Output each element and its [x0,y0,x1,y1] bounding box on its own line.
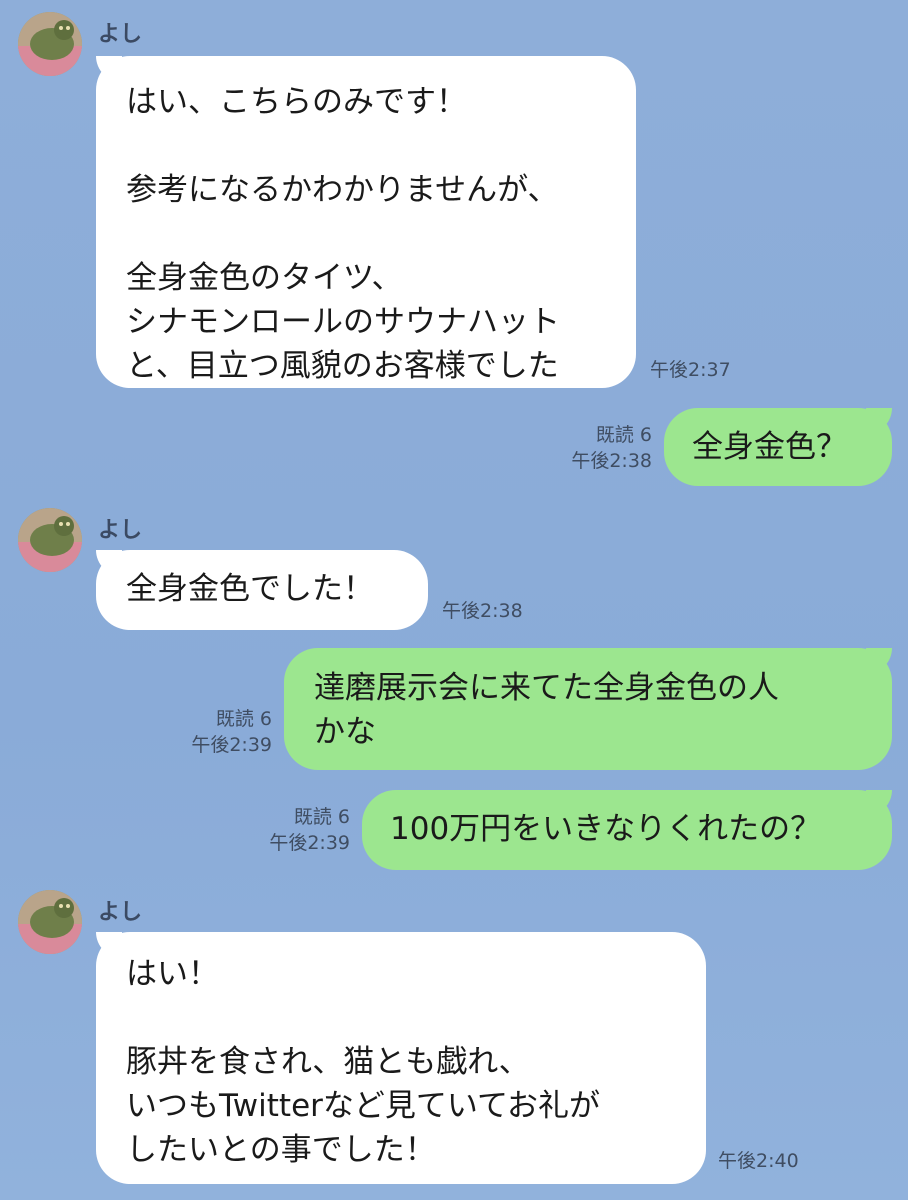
message-time: 午後2:37 [650,359,731,381]
message-time: 午後2:39 [191,734,272,756]
sender-name: よし [98,518,143,543]
sender-name: よし [98,22,143,47]
message-bubble[interactable]: 100万円をいきなりくれたの？ [362,790,892,870]
avatar[interactable] [18,508,82,572]
message-bubble[interactable]: 達磨展示会に来てた全身金色の人 かな [284,648,892,770]
read-receipt: 既読 6 [293,806,350,828]
message-time: 午後2:38 [571,450,652,472]
message-time: 午後2:38 [442,600,523,622]
avatar[interactable] [18,890,82,954]
message-meta: 既読 6 午後2:39 [160,706,272,758]
message-bubble[interactable]: 全身金色でした！ [96,550,428,630]
read-receipt: 既読 6 [215,708,272,730]
message-bubble[interactable]: はい、こちらのみです！ 参考になるかわかりませんが、 全身金色のタイツ、 シナモ… [96,56,636,388]
sender-name: よし [98,900,143,925]
message-time: 午後2:39 [269,832,350,854]
message-meta: 既読 6 午後2:39 [238,804,350,856]
avatar[interactable] [18,12,82,76]
read-receipt: 既読 6 [595,424,652,446]
message-bubble[interactable]: 全身金色？ [664,408,892,486]
message-meta: 既読 6 午後2:38 [540,422,652,474]
message-bubble[interactable]: はい！ 豚丼を食され、猫とも戯れ、 いつもTwitterなど見ていてお礼が した… [96,932,706,1184]
message-time: 午後2:40 [718,1150,799,1172]
